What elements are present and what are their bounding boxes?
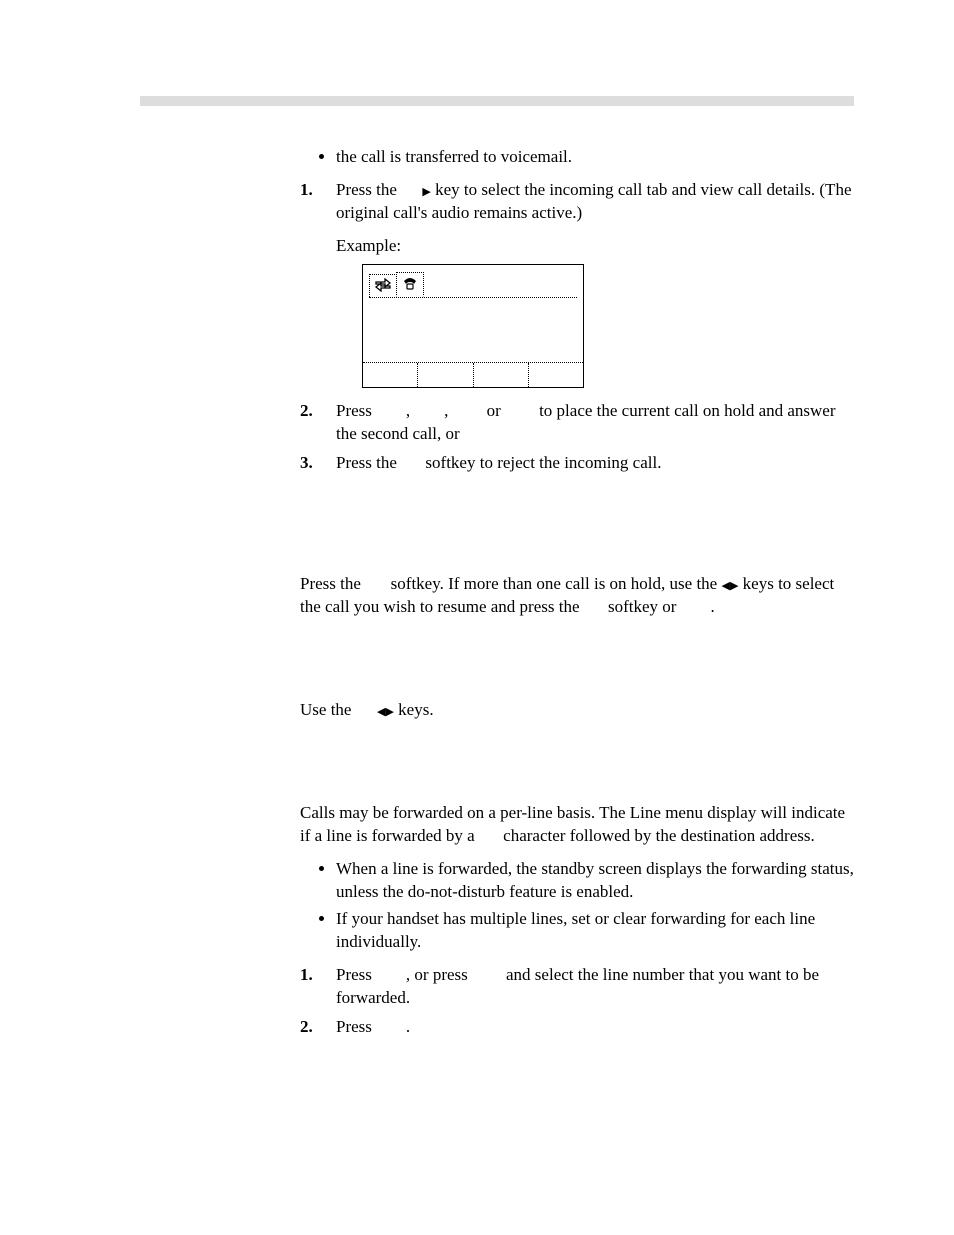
step-text: Press the: [336, 453, 401, 472]
softkey-slot: [418, 363, 473, 387]
left-right-arrows: [721, 574, 738, 593]
step-number: 1.: [300, 179, 313, 202]
forward-steps: 1. Press , or press and select the line …: [300, 964, 854, 1039]
step-text: Press: [336, 401, 376, 420]
tab-transfer: [369, 274, 397, 297]
header-divider: [140, 96, 854, 106]
softkey-slot: [474, 363, 529, 387]
list-item: If your handset has multiple lines, set …: [336, 908, 854, 954]
key-placeholder-2: [414, 400, 444, 423]
step-2: 2. Press , , or to place the current cal…: [300, 400, 854, 446]
list-item: When a line is forwarded, the standby sc…: [336, 858, 854, 904]
step-3: 3. Press the softkey to reject the incom…: [300, 452, 854, 475]
key-placeholder-4: [505, 400, 535, 423]
softkey-placeholder: [401, 452, 421, 475]
step-1: 1. Press the key to select the incoming …: [300, 179, 854, 225]
text: , or press: [406, 965, 472, 984]
softkey-placeholder: [584, 596, 604, 619]
key-placeholder: [376, 964, 406, 987]
sep: ,: [444, 401, 453, 420]
resume-paragraph: Press the softkey. If more than one call…: [300, 573, 854, 619]
step-1: 1. Press , or press and select the line …: [300, 964, 854, 1010]
step-number: 2.: [300, 400, 313, 423]
text: .: [710, 597, 714, 616]
phone-icon: [402, 274, 418, 294]
text: Use the: [300, 700, 356, 719]
step-number: 3.: [300, 452, 313, 475]
swap-arrows-icon: [375, 276, 391, 296]
example-label: Example:: [336, 235, 854, 258]
softkey-placeholder: [365, 573, 386, 596]
key-placeholder: [681, 596, 711, 619]
text: Press: [336, 965, 376, 984]
softkey-slot: [529, 363, 583, 387]
text: Press: [336, 1017, 376, 1036]
sep: ,: [406, 401, 415, 420]
arrow-right-icon: [385, 706, 393, 718]
forward-char-placeholder: [479, 825, 499, 848]
forward-bullets: When a line is forwarded, the standby sc…: [300, 858, 854, 954]
step-number: 2.: [300, 1016, 313, 1039]
nav-key-placeholder: [356, 699, 377, 722]
steps-top-2: 2. Press , , or to place the current cal…: [300, 400, 854, 475]
key-placeholder-1: [376, 400, 406, 423]
text: softkey. If more than one call is on hol…: [386, 574, 721, 593]
list-item: the call is transferred to voicemail.: [336, 146, 854, 169]
text: character followed by the destination ad…: [499, 826, 815, 845]
bullet-list-top: the call is transferred to voicemail.: [300, 146, 854, 169]
text: .: [406, 1017, 410, 1036]
text: softkey or: [604, 597, 681, 616]
step-number: 1.: [300, 964, 313, 987]
tab-incoming-call: [396, 272, 424, 297]
step-2: 2. Press .: [300, 1016, 854, 1039]
sep-or: or: [482, 401, 505, 420]
step-text: Press the: [336, 180, 401, 199]
arrow-left-icon: [721, 580, 729, 592]
nav-key-placeholder: [401, 179, 422, 202]
step-text-b: softkey to reject the incoming call.: [421, 453, 661, 472]
forward-intro: Calls may be forwarded on a per-line bas…: [300, 802, 854, 848]
display-softkey-row: [363, 362, 583, 387]
navigate-paragraph: Use the keys.: [300, 699, 854, 722]
display-tabs-row: [369, 271, 577, 298]
softkey-slot: [363, 363, 418, 387]
text: Press the: [300, 574, 365, 593]
body-column: the call is transferred to voicemail. 1.…: [300, 146, 854, 1039]
key-placeholder: [376, 1016, 406, 1039]
phone-display-diagram: [362, 264, 584, 388]
display-body: [363, 298, 583, 362]
text: keys.: [394, 700, 434, 719]
steps-top: 1. Press the key to select the incoming …: [300, 179, 854, 225]
key-placeholder: [472, 964, 502, 987]
arrow-right-icon: [422, 180, 430, 199]
left-right-arrows: [377, 700, 394, 719]
key-placeholder-3: [453, 400, 483, 423]
